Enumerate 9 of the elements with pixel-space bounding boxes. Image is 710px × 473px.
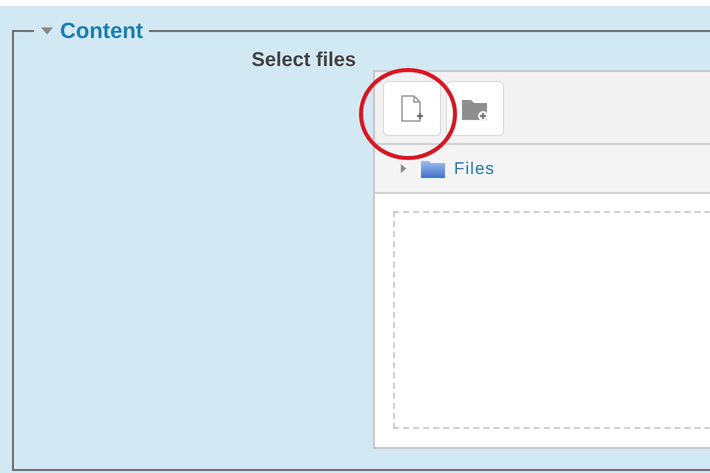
add-file-button[interactable]	[383, 81, 441, 136]
folder-icon	[420, 158, 446, 178]
collapse-caret-icon[interactable]	[40, 25, 54, 37]
field-label: Select files	[251, 50, 356, 73]
add-file-icon	[399, 94, 425, 124]
add-folder-button[interactable]	[446, 81, 504, 136]
expand-arrow-icon[interactable]	[399, 163, 408, 174]
section-title[interactable]: Content	[60, 20, 144, 42]
path-link[interactable]: Files	[454, 156, 495, 182]
